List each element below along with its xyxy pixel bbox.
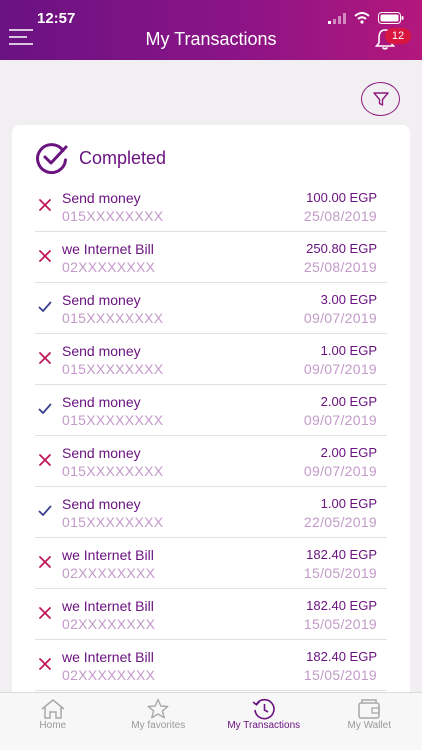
tab-home[interactable]: Home: [0, 693, 106, 750]
notification-badge: 12: [385, 28, 411, 44]
filter-icon: [372, 92, 389, 106]
completed-check-icon: [36, 143, 68, 174]
transaction-amount: 2.00 EGP: [320, 394, 377, 409]
transaction-number: 015XXXXXXXX: [62, 514, 164, 530]
transaction-list: Send money 015XXXXXXXX 100.00 EGP 25/08/201…: [35, 181, 387, 691]
page-title: My Transactions: [145, 29, 277, 49]
transaction-number: 015XXXXXXXX: [62, 463, 164, 479]
transaction-number: 02XXXXXXXX: [62, 667, 156, 683]
section-title: Completed: [79, 147, 167, 168]
transaction-row[interactable]: Send money 015XXXXXXXX 2.00 EGP 09/07/2019: [35, 385, 387, 436]
tab-label: Home: [39, 720, 67, 731]
failed-x-icon: [39, 556, 51, 568]
failed-x-icon: [39, 352, 51, 364]
transaction-row[interactable]: Send money 015XXXXXXXX 1.00 EGP 09/07/2019: [35, 334, 387, 385]
transaction-number: 015XXXXXXXX: [62, 310, 164, 326]
transactions-card: Completed Send money 015XXXXXXXX 100.00 EG…: [12, 125, 410, 725]
transaction-name: Send money: [62, 496, 141, 512]
transaction-date: 15/05/2019: [303, 616, 377, 632]
transaction-amount: 3.00 EGP: [320, 292, 377, 307]
signal-icon: [328, 12, 346, 24]
transaction-number: 02XXXXXXXX: [62, 565, 156, 581]
transaction-amount: 1.00 EGP: [320, 496, 377, 511]
failed-x-icon: [39, 199, 51, 211]
transaction-amount: 100.00 EGP: [306, 190, 377, 205]
transaction-number: 015XXXXXXXX: [62, 361, 164, 377]
transaction-amount: 182.40 EGP: [306, 547, 377, 562]
status-icons: [328, 12, 404, 24]
history-icon: [252, 698, 275, 720]
section-header: Completed: [35, 142, 166, 174]
status-time: 12:57: [37, 10, 76, 27]
transaction-number: 02XXXXXXXX: [62, 259, 156, 275]
transaction-row[interactable]: Send money 015XXXXXXXX 1.00 EGP 22/05/2019: [35, 487, 387, 538]
transaction-name: we Internet Bill: [62, 241, 154, 257]
transaction-date: 25/08/2019: [303, 208, 377, 224]
transaction-date: 25/08/2019: [303, 259, 377, 275]
transaction-name: Send money: [62, 394, 141, 410]
transaction-date: 22/05/2019: [303, 514, 377, 530]
star-icon: [147, 698, 169, 719]
wallet-icon: [358, 699, 380, 719]
transaction-name: Send money: [62, 190, 141, 206]
tab-transactions[interactable]: My Transactions: [211, 693, 317, 750]
transaction-number: 015XXXXXXXX: [62, 412, 164, 428]
transaction-name: we Internet Bill: [62, 649, 154, 665]
transaction-date: 09/07/2019: [303, 412, 377, 428]
failed-x-icon: [39, 658, 51, 670]
tab-favorites[interactable]: My favorites: [106, 693, 212, 750]
battery-icon: [378, 12, 404, 24]
transaction-date: 15/05/2019: [303, 565, 377, 581]
transaction-amount: 182.40 EGP: [306, 649, 377, 664]
transaction-name: Send money: [62, 445, 141, 461]
tab-label: My favorites: [131, 720, 186, 731]
home-icon: [41, 699, 65, 719]
transaction-row[interactable]: we Internet Bill 02XXXXXXXX 182.40 EGP 15/0…: [35, 640, 387, 691]
transaction-row[interactable]: we Internet Bill 02XXXXXXXX 182.40 EGP 15/0…: [35, 538, 387, 589]
transaction-number: 015XXXXXXXX: [62, 208, 164, 224]
tab-wallet[interactable]: My Wallet: [317, 693, 422, 750]
success-check-icon: [38, 301, 52, 312]
transaction-name: Send money: [62, 343, 141, 359]
transaction-row[interactable]: Send money 015XXXXXXXX 3.00 EGP 09/07/2019: [35, 283, 387, 334]
failed-x-icon: [39, 454, 51, 466]
transaction-amount: 1.00 EGP: [320, 343, 377, 358]
transaction-amount: 2.00 EGP: [320, 445, 377, 460]
tab-bar: Home My favorites My Transactions My Wal…: [0, 692, 422, 750]
transaction-name: we Internet Bill: [62, 598, 154, 614]
tab-label: My Transactions: [227, 720, 301, 731]
failed-x-icon: [39, 607, 51, 619]
wifi-icon: [354, 12, 370, 24]
transaction-date: 09/07/2019: [303, 361, 377, 377]
filter-button[interactable]: [361, 82, 400, 116]
transaction-row[interactable]: Send money 015XXXXXXXX 2.00 EGP 09/07/2019: [35, 436, 387, 487]
transaction-row[interactable]: we Internet Bill 02XXXXXXXX 182.40 EGP 15/0…: [35, 589, 387, 640]
transaction-amount: 182.40 EGP: [306, 598, 377, 613]
transaction-date: 09/07/2019: [303, 463, 377, 479]
transaction-date: 09/07/2019: [303, 310, 377, 326]
transaction-row[interactable]: Send money 015XXXXXXXX 100.00 EGP 25/08/201…: [35, 181, 387, 232]
transaction-number: 02XXXXXXXX: [62, 616, 156, 632]
success-check-icon: [38, 505, 52, 516]
transaction-name: we Internet Bill: [62, 547, 154, 563]
success-check-icon: [38, 403, 52, 414]
transaction-amount: 250.80 EGP: [306, 241, 377, 256]
transaction-row[interactable]: we Internet Bill 02XXXXXXXX 250.80 EGP 25/0…: [35, 232, 387, 283]
transaction-date: 15/05/2019: [303, 667, 377, 683]
app-header: 12:57 My Transactions 12: [0, 0, 422, 60]
transaction-name: Send money: [62, 292, 141, 308]
tab-label: My Wallet: [347, 720, 392, 731]
failed-x-icon: [39, 250, 51, 262]
